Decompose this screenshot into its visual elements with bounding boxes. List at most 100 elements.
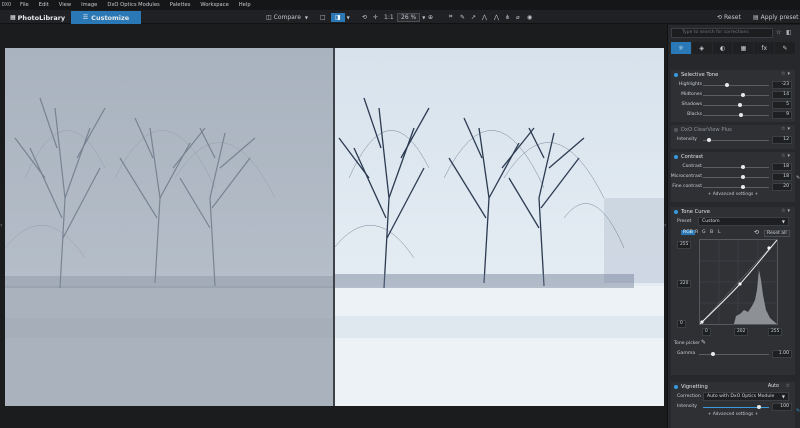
channel-b[interactable]: B (710, 230, 713, 235)
channel-l[interactable]: L (718, 230, 721, 235)
zoom-1to1-button[interactable]: 1:1 (384, 12, 394, 22)
slider-knob[interactable] (741, 93, 745, 97)
menu-view[interactable]: View (54, 2, 76, 8)
tab-detail[interactable]: ◐ (712, 42, 733, 54)
microcontrast-slider[interactable] (703, 175, 769, 179)
section-icons[interactable]: ☆▾ (781, 126, 792, 132)
correction-select[interactable]: Auto with DxO Optics Module ▼ (703, 392, 789, 401)
single-view-icon[interactable]: □ (320, 12, 326, 22)
section-icons[interactable]: ☆▾ (781, 71, 792, 77)
menu-optics-modules[interactable]: DxO Optics Modules (102, 2, 164, 8)
image-viewer[interactable] (5, 48, 664, 406)
slider-knob[interactable] (741, 185, 745, 189)
highlights-slider[interactable] (703, 83, 769, 87)
slider-knob[interactable] (739, 113, 743, 117)
midtones-slider[interactable] (703, 93, 769, 97)
clearview-header[interactable]: DxO ClearView Plus ☆▾ (671, 125, 795, 135)
menu-file[interactable]: File (15, 2, 34, 8)
enable-dot[interactable] (674, 128, 678, 132)
apply-preset-button[interactable]: ▤ Apply preset (753, 12, 799, 22)
tab-photolibrary[interactable]: ▦ PhotoLibrary (10, 11, 65, 24)
curve-y-top[interactable]: 255 (677, 241, 692, 249)
section-icons[interactable]: ☆▾ (781, 208, 792, 214)
blacks-slider[interactable] (703, 113, 769, 117)
channel-rgb[interactable]: RGB (681, 230, 695, 235)
enable-dot[interactable] (674, 210, 678, 214)
local-adjustments-icon[interactable]: ⋔ (505, 12, 510, 22)
tab-color[interactable]: ◈ (691, 42, 712, 54)
zoom-select[interactable]: 26 % ▼ (397, 12, 425, 22)
tab-customize[interactable]: ☰ Customize (71, 11, 141, 24)
vignetting-header[interactable]: Vignetting Auto ☆ (671, 382, 795, 392)
slider-knob[interactable] (738, 103, 742, 107)
fine-contrast-slider[interactable] (703, 185, 769, 189)
repair-icon[interactable]: ⌀ (516, 12, 520, 22)
curve-x-left[interactable]: 0 (702, 328, 711, 336)
curve-y-mid[interactable]: 220 (677, 280, 692, 288)
slider-knob[interactable] (711, 352, 715, 356)
menu-image[interactable]: Image (76, 2, 102, 8)
toggle-icon[interactable]: ◧ (786, 29, 792, 36)
clearview-slider[interactable] (703, 138, 769, 142)
blacks-value[interactable]: 9 (772, 111, 792, 119)
star-icon[interactable]: ☆ (776, 29, 781, 36)
clearview-value[interactable]: 12 (772, 136, 792, 144)
slider-knob[interactable] (741, 175, 745, 179)
channel-r[interactable]: R (695, 230, 698, 235)
vignetting-intensity-slider[interactable] (703, 405, 769, 409)
enable-dot[interactable] (674, 155, 678, 159)
wand-icon[interactable]: ✎ (796, 175, 800, 181)
contrast-advanced-settings[interactable]: + Advanced settings + (671, 192, 795, 200)
eye-icon[interactable]: ◉ (527, 12, 532, 22)
contrast-value[interactable]: 18 (772, 163, 792, 171)
collapse-left-icon[interactable]: ‹ (0, 222, 2, 229)
menu-workspace[interactable]: Workspace (195, 2, 233, 8)
shadows-slider[interactable] (703, 103, 769, 107)
undo-icon[interactable]: ⟲ (754, 229, 759, 236)
menu-palettes[interactable]: Palettes (165, 2, 196, 8)
tone-curve-graph[interactable] (699, 239, 778, 325)
preset-select[interactable]: Custom ▼ (698, 217, 789, 226)
gamma-value[interactable]: 1.00 (772, 350, 792, 358)
menu-help[interactable]: Help (234, 2, 256, 8)
microcontrast-value[interactable]: 18 (772, 173, 792, 181)
section-icons[interactable]: ☆ (786, 383, 792, 389)
tab-effects[interactable]: fx (754, 42, 775, 54)
reset-all-button[interactable]: Reset all (764, 230, 790, 237)
selective-tone-header[interactable]: Selective Tone ☆▾ (671, 70, 795, 80)
fine-contrast-value[interactable]: 20 (772, 183, 792, 191)
slider-knob[interactable] (725, 83, 729, 87)
crop-icon[interactable]: ⌗ (449, 12, 452, 22)
contrast-header[interactable]: Contrast ☆▾ (671, 152, 795, 162)
gamma-slider[interactable] (699, 352, 769, 356)
eyedropper-icon[interactable]: ✎ (701, 339, 706, 346)
slider-knob[interactable] (707, 138, 711, 142)
enable-dot[interactable] (674, 73, 678, 77)
tone-curve-header[interactable]: Tone Curve ☆▾ (671, 207, 795, 217)
menu-edit[interactable]: Edit (34, 2, 54, 8)
highlights-value[interactable]: -23 (772, 81, 792, 89)
slider-knob[interactable] (741, 165, 745, 169)
curve-x-mid[interactable]: 202 (734, 328, 749, 336)
shadows-value[interactable]: 5 (772, 101, 792, 109)
tab-local[interactable]: ✎ (775, 42, 795, 54)
split-view-button[interactable]: ◨ ▼ (331, 12, 350, 22)
zoom-in-icon[interactable]: ⊕ (428, 12, 433, 22)
enable-dot[interactable] (674, 385, 678, 389)
compare-button[interactable]: ◫ Compare ▼ (266, 12, 308, 22)
volume-deformation-icon[interactable]: ⋀ (494, 12, 499, 22)
tab-light[interactable]: ☼ (671, 42, 691, 54)
horizon-icon[interactable]: ↗ (471, 12, 476, 22)
color-picker-icon[interactable]: ✎ (460, 12, 465, 22)
tab-geometry[interactable]: ▦ (733, 42, 754, 54)
curve-x-right[interactable]: 255 (768, 328, 783, 336)
wand-icon[interactable]: ✎ (796, 408, 800, 414)
search-input[interactable]: Type to search for corrections (671, 28, 773, 38)
contrast-slider[interactable] (703, 165, 769, 169)
midtones-value[interactable]: 14 (772, 91, 792, 99)
compare-divider[interactable] (333, 48, 335, 406)
slider-knob[interactable] (757, 405, 761, 409)
move-icon[interactable]: ✛ (373, 12, 378, 22)
rotate-icon[interactable]: ⟲ (362, 12, 367, 22)
section-icons[interactable]: ☆▾ (781, 153, 792, 159)
